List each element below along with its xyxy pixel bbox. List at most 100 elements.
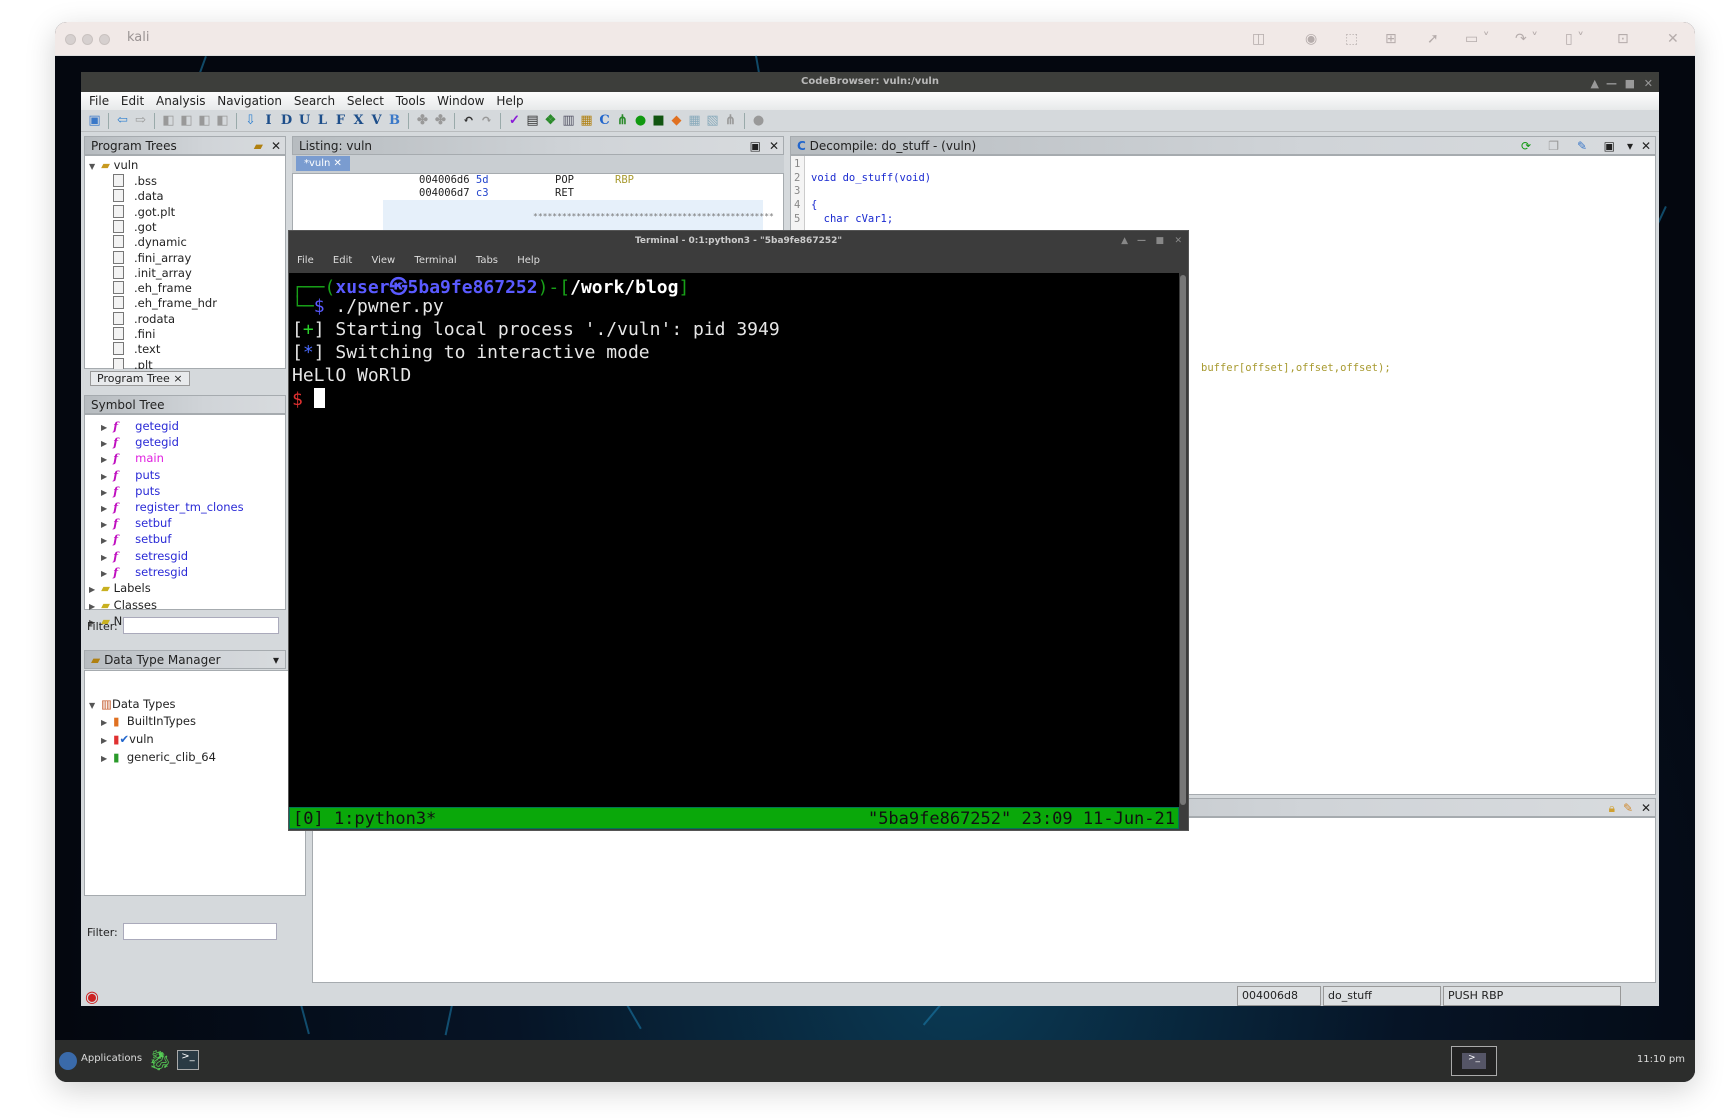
symbol-item[interactable]: ▶ f getegid <box>101 435 179 449</box>
decompile-fragment[interactable]: buffer[offset],offset,offset); <box>1201 362 1391 374</box>
minimize-button[interactable]: — <box>1137 231 1146 251</box>
menu-window[interactable]: Window <box>437 94 484 108</box>
terminal-menu-file[interactable]: File <box>297 255 314 266</box>
clipboard-icon[interactable]: ▯ ˅ <box>1565 31 1584 47</box>
camera-icon[interactable]: ◫ <box>1252 31 1265 47</box>
menu-dropdown-icon[interactable]: ▾ <box>1627 137 1633 156</box>
dt-clib[interactable]: ▶ ▮ generic_clib_64 <box>101 750 216 764</box>
terminal-menu-view[interactable]: View <box>371 255 395 266</box>
shade-button[interactable]: ▲ <box>1121 231 1128 251</box>
code-line[interactable]: { <box>811 199 817 211</box>
nav-nonfunction-button[interactable]: X <box>351 113 366 128</box>
edit-icon[interactable]: ✎ <box>1577 137 1587 156</box>
nav-value-button[interactable]: V <box>369 113 384 128</box>
close-traffic-light[interactable] <box>65 34 76 45</box>
snapshot-icon[interactable]: ▣ <box>750 137 761 156</box>
nav-label-button[interactable]: L <box>315 113 330 128</box>
puzzle2-icon[interactable]: ✤ <box>433 113 448 128</box>
data-types-root[interactable]: ▼ ▥Data Types <box>89 697 176 711</box>
table-icon[interactable]: ▦ <box>687 113 702 128</box>
console-pane[interactable] <box>312 817 1656 983</box>
symbol-item[interactable]: ▶ f setresgid <box>101 549 188 563</box>
close-icon[interactable]: ✕ <box>1641 137 1651 156</box>
menu-edit[interactable]: Edit <box>121 94 144 108</box>
program-tree-item[interactable]: .text <box>113 342 160 356</box>
nav-next-icon[interactable]: ◧ <box>179 113 194 128</box>
code-line[interactable]: void do_stuff(void) <box>811 172 931 184</box>
menu-navigation[interactable]: Navigation <box>217 94 282 108</box>
datatype-icon[interactable]: ▦ <box>579 113 594 128</box>
terminal-menu-terminal[interactable]: Terminal <box>414 255 456 266</box>
nav-data-button[interactable]: D <box>279 113 294 128</box>
redo-icon[interactable]: ↷ <box>479 113 494 128</box>
terminal-launcher-icon[interactable]: >_ <box>177 1050 199 1070</box>
eraser-icon[interactable]: ✎ <box>1623 799 1633 818</box>
bytes-icon[interactable]: ▤ <box>525 113 540 128</box>
listing-row[interactable]: 004006d7 c3 RET <box>419 187 574 199</box>
snapshot-icon[interactable]: ▣ <box>1604 137 1615 156</box>
listing-row[interactable]: 004006d6 5d POP RBP <box>419 174 634 186</box>
checkmark-icon[interactable]: ✓ <box>507 113 522 128</box>
program-tree-item[interactable]: .got.plt <box>113 204 175 219</box>
help-icon[interactable]: ● <box>751 113 766 128</box>
console-icon[interactable]: ■ <box>651 113 666 128</box>
symbol-folder[interactable]: ▶ ▰ Classes <box>89 598 157 612</box>
nav-bookmark-button[interactable]: B <box>387 113 402 128</box>
close-icon[interactable]: ✕ <box>769 137 779 156</box>
pointer-icon[interactable]: ➚ <box>1427 31 1439 47</box>
maximize-button[interactable]: ■ <box>1155 231 1164 251</box>
program-tree-item[interactable]: .eh_frame_hdr <box>113 296 217 310</box>
nav-undefined-button[interactable]: U <box>297 113 312 128</box>
applications-icon[interactable] <box>59 1052 77 1070</box>
nav-instruction-button[interactable]: I <box>261 113 276 128</box>
puzzle-icon[interactable]: ✤ <box>415 113 430 128</box>
dt-builtin[interactable]: ▶ ▮ BuiltInTypes <box>101 714 196 728</box>
program-tree-item[interactable]: .eh_frame <box>113 281 192 295</box>
open-folder-icon[interactable]: ▰ <box>254 137 263 156</box>
tab-program-tree[interactable]: Program Tree × <box>90 371 190 386</box>
menu-help[interactable]: Help <box>496 94 523 108</box>
terminal-menu-edit[interactable]: Edit <box>333 255 352 266</box>
menu-analysis[interactable]: Analysis <box>156 94 205 108</box>
program-tree-item[interactable]: .fini_array <box>113 250 191 265</box>
refresh-icon[interactable]: ⟳ <box>1521 137 1531 156</box>
applications-menu[interactable]: Applications <box>81 1053 142 1064</box>
nav-prev-icon[interactable]: ◧ <box>161 113 176 128</box>
symbol-item[interactable]: ▶ f puts <box>101 468 160 482</box>
symbol-item[interactable]: ▶ f getegid <box>101 419 179 433</box>
minimize-traffic-light[interactable] <box>82 34 93 45</box>
program-tree-item[interactable]: .fini <box>113 327 155 341</box>
tree-root[interactable]: ▼ ▰ vuln <box>89 158 138 172</box>
program-tree-item[interactable]: .rodata <box>113 311 175 326</box>
memory-icon[interactable]: ▥ <box>561 113 576 128</box>
shrink-icon[interactable]: ⊞ <box>1385 31 1397 47</box>
decompile-icon[interactable]: C <box>597 113 612 128</box>
symbol-item[interactable]: ▶ f setbuf <box>101 532 171 546</box>
close-icon[interactable]: ✕ <box>1667 31 1679 47</box>
lock-icon[interactable]: 🔒︎ <box>1609 799 1615 818</box>
close-icon[interactable]: ✕ <box>271 137 281 156</box>
symbol-folder[interactable]: ▶ ▰ Labels <box>89 581 151 595</box>
symbol-item[interactable]: ▶ f setresgid <box>101 565 188 579</box>
menu-file[interactable]: File <box>89 94 109 108</box>
menu-search[interactable]: Search <box>294 94 335 108</box>
export-icon[interactable]: ▧ <box>705 113 720 128</box>
program-tree-item[interactable]: .init_array <box>113 265 192 280</box>
maximize-button[interactable]: ■ <box>1625 74 1635 94</box>
shade-button[interactable]: ▲ <box>1591 74 1599 94</box>
symbol-item[interactable]: ▶ f register_tm_clones <box>101 500 244 514</box>
symbol-item[interactable]: ▶ f main <box>101 451 164 465</box>
close-icon[interactable]: ✕ <box>1641 799 1651 818</box>
tmux-window-list[interactable]: [0] 1:python3* <box>293 809 436 829</box>
redo-icon[interactable]: ↷ ˅ <box>1515 31 1538 47</box>
nav-function-button[interactable]: F <box>333 113 348 128</box>
fullscreen-icon[interactable]: ⬚ <box>1345 31 1358 47</box>
dt-filter-input[interactable] <box>123 923 277 940</box>
undo-icon[interactable]: ↶ <box>461 113 476 128</box>
code-line[interactable]: char cVar1; <box>811 213 894 225</box>
ghidra-dragon-icon[interactable]: 🐉︎ <box>147 1048 172 1072</box>
program-tree-item[interactable]: .data <box>113 189 164 203</box>
lock-icon[interactable]: ⊡ <box>1617 31 1629 47</box>
down-arrow-icon[interactable]: ⇩ <box>243 113 258 128</box>
terminal-scrollbar[interactable] <box>1180 275 1186 805</box>
